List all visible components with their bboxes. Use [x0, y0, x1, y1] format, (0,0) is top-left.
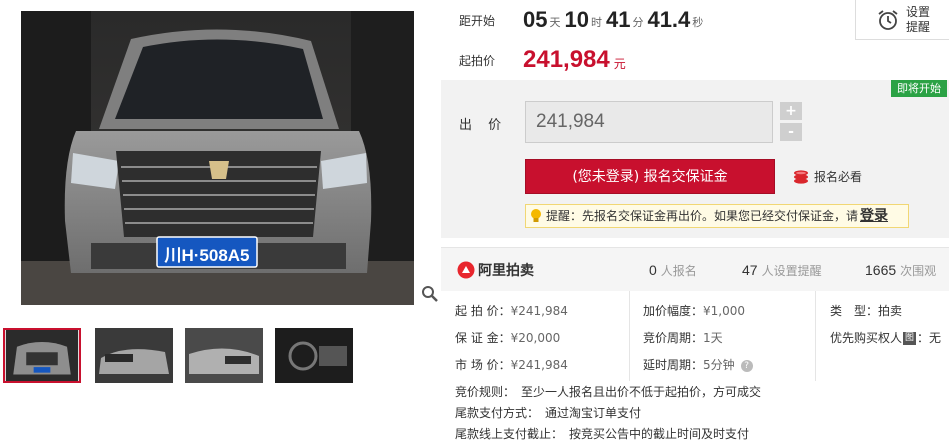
login-link[interactable]: 登录 [860, 205, 888, 227]
reminder-count: 47 人设置提醒 [742, 262, 822, 278]
status-badge: 即将开始 [891, 80, 947, 97]
info-increment: 加价幅度：¥1,000 [643, 304, 746, 318]
thumbnail-strip [0, 328, 441, 384]
login-tip: 提醒：先报名交保证金再出价。如果您已经交付保证金，请 登录 [525, 204, 909, 228]
license-plate: 川H·508A5 [164, 246, 250, 265]
thumbnail-2[interactable] [95, 328, 173, 383]
start-price-value: 241,984 [523, 46, 610, 73]
bid-rule: 竞价规则： 至少一人报名且出价不低于起拍价，方可成交 [455, 385, 762, 399]
start-price-label: 起拍价 [459, 53, 496, 68]
brand-name: 阿里拍卖 [478, 263, 534, 279]
start-price-unit: 元 [613, 56, 626, 71]
thumbnail-3[interactable] [185, 328, 263, 383]
help-icon[interactable]: ? [740, 359, 753, 372]
bid-amount-input[interactable]: 241,984 [525, 101, 773, 143]
stats-bar: 阿里拍卖 0 人报名 47 人设置提醒 1665 次围观 [441, 247, 949, 291]
alarm-clock-icon [878, 9, 898, 30]
payment-method: 尾款支付方式： 通过淘宝订单支付 [455, 406, 642, 420]
ali-auction-logo: 阿里拍卖 [457, 260, 534, 280]
photo-gallery: 川H·508A5 [0, 0, 441, 448]
thumbnail-4[interactable] [275, 328, 353, 383]
countdown: 距开始 05 天 10 时 41 分 41.4 秒 [459, 0, 859, 40]
info-extension: 延时周期：5分钟? [643, 356, 753, 373]
decrease-bid-button[interactable]: - [780, 123, 802, 141]
countdown-label: 距开始 [459, 13, 496, 28]
signup-count: 0 人报名 [649, 262, 697, 278]
zoom-icon[interactable] [421, 285, 439, 303]
countdown-hours: 10 [564, 7, 589, 32]
bid-panel: 即将开始 出 价 241,984 + - (您未登录) 报名交保证金 报名必看 … [441, 80, 949, 238]
countdown-minutes-unit: 分 [632, 16, 644, 29]
info-priority-buyer: 优先购买权人图：无 [830, 331, 942, 345]
info-market-price: 市 场 价：¥241,984 [455, 358, 568, 372]
countdown-seconds: 41.4 [647, 7, 691, 32]
thumbnail-1[interactable] [3, 328, 81, 383]
info-column-prices: 起 拍 价：¥241,984 保 证 金：¥20,000 市 场 价：¥241,… [455, 291, 631, 381]
info-bid-period: 竞价周期：1天 [643, 331, 723, 345]
must-read-link[interactable]: 报名必看 [793, 168, 862, 185]
view-count: 1665 次围观 [865, 262, 937, 278]
coins-icon [794, 169, 808, 184]
increase-bid-button[interactable]: + [780, 102, 802, 120]
priority-tag-icon[interactable]: 图 [903, 332, 917, 345]
ali-auction-logo-icon [457, 261, 475, 279]
must-read-label: 报名必看 [814, 170, 863, 184]
register-deposit-button[interactable]: (您未登录) 报名交保证金 [525, 159, 775, 194]
info-start-price: 起 拍 价：¥241,984 [455, 304, 568, 318]
countdown-days-unit: 天 [549, 16, 561, 29]
set-reminder-button[interactable]: 设置 提醒 [855, 0, 949, 40]
countdown-days: 05 [523, 7, 548, 32]
start-price-row: 起拍价 241,984 元 [459, 44, 626, 76]
info-type: 类 型：拍卖 [830, 304, 903, 318]
countdown-seconds-unit: 秒 [692, 16, 704, 29]
info-column-terms: 加价幅度：¥1,000 竞价周期：1天 延时周期：5分钟? [629, 291, 815, 381]
auction-info: 起 拍 价：¥241,984 保 证 金：¥20,000 市 场 价：¥241,… [441, 291, 949, 448]
lightbulb-icon [531, 209, 541, 222]
info-column-type: 类 型：拍卖 优先购买权人图：无 [815, 291, 949, 381]
set-reminder-label: 设置 提醒 [906, 4, 931, 34]
info-deposit: 保 证 金：¥20,000 [455, 331, 561, 345]
countdown-minutes: 41 [605, 7, 631, 32]
countdown-hours-unit: 时 [590, 16, 602, 29]
payment-deadline: 尾款线上支付截止： 按竞买公告中的截止时间及时支付 [455, 427, 750, 441]
main-car-photo[interactable]: 川H·508A5 [21, 11, 414, 305]
tip-text: 提醒：先报名交保证金再出价。如果您已经交付保证金，请 [546, 209, 859, 223]
bid-label: 出 价 [459, 118, 508, 133]
